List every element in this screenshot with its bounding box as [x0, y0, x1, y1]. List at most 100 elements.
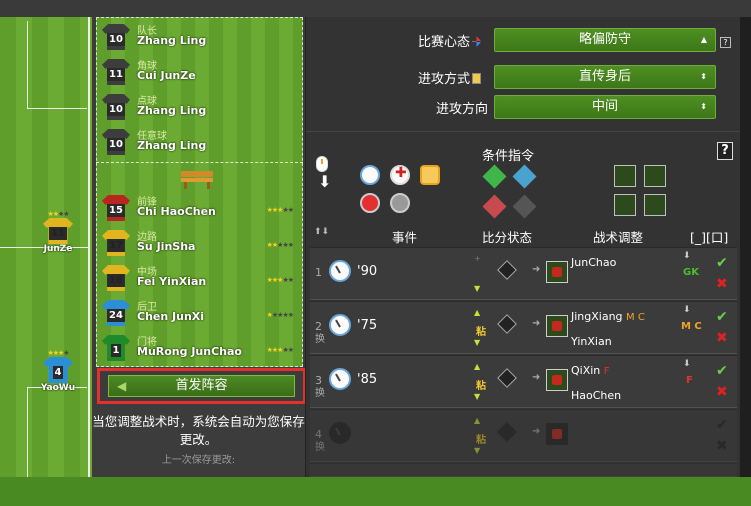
role-player: Zhang Ling [137, 104, 207, 117]
header-layout-toggle[interactable]: [_][口] [690, 227, 728, 246]
attack-style-row: 进攻方式 直传身后 ⬍ [306, 62, 741, 90]
event-minute: '75 [357, 318, 378, 333]
event-minute: '90 [357, 264, 378, 279]
yellow-card-icon[interactable] [420, 165, 440, 185]
collapse-icon[interactable]: ▲ [474, 362, 480, 371]
score-state-icon[interactable] [497, 422, 517, 442]
player-name: JunZe [43, 244, 73, 254]
player-in: JunChao [571, 256, 617, 269]
position-change-icon[interactable] [614, 194, 636, 216]
sort-icon[interactable]: ⬆⬇ [314, 227, 329, 237]
confirm-icon[interactable]: ✔ [716, 363, 728, 379]
role-corner[interactable]: 11 角球 Cui JunZe [102, 55, 297, 89]
arrow-icon: ➜ [532, 264, 541, 275]
any-condition-icon[interactable] [512, 194, 537, 219]
expand-icon[interactable]: ▼ [474, 446, 480, 455]
right-edge [740, 17, 751, 477]
player-name: Chen JunXi [137, 310, 205, 323]
position-tag: M C [681, 321, 702, 332]
collapse-icon[interactable]: ▲ [474, 416, 480, 425]
player-stars: ★★★★★ [266, 241, 294, 249]
event-row-empty[interactable]: 4 换 ▲ 粘 ▼ ➜ ✔ ✖ [310, 409, 737, 462]
event-row[interactable]: 2 换 '75 ▲ 粘 ▼ ➜ JingXiang M C YinXian ⬇ … [310, 301, 737, 354]
score-state-icon[interactable] [497, 368, 517, 388]
clock-icon [329, 260, 351, 282]
expand-icon[interactable]: ▼ [474, 284, 480, 293]
expand-icon[interactable]: ▼ [474, 338, 480, 347]
jersey: 10 [102, 129, 130, 155]
jersey: 1 [102, 335, 130, 361]
draw-condition-icon[interactable] [512, 164, 537, 189]
top-strip [0, 0, 751, 17]
mentality-select[interactable]: 略偏防守 ▲ [494, 28, 716, 52]
delete-icon[interactable]: ✖ [716, 384, 728, 400]
player-name: YaoWu [40, 383, 76, 393]
substitution-icon [546, 315, 568, 337]
help-icon[interactable]: ? [720, 37, 731, 48]
jersey: 4 [43, 357, 73, 383]
role-captain[interactable]: 10 队长 Zhang Ling [102, 20, 297, 54]
lose-condition-icon[interactable] [482, 194, 507, 219]
bench-player[interactable]: 15 前锋 Chi HaoChen ★★★★★ [102, 191, 297, 225]
mouse-icon [316, 156, 328, 172]
red-card-icon[interactable] [360, 193, 380, 213]
jersey: 16 [102, 265, 130, 291]
bench-player[interactable]: 17 边路 Su JinSha ★★★★★ [102, 226, 297, 260]
delete-icon[interactable]: ✖ [716, 330, 728, 346]
confirm-icon[interactable]: ✔ [716, 417, 728, 433]
lineup-button[interactable]: ◀ 首发阵容 [108, 375, 295, 397]
help-icon[interactable]: ? [717, 142, 733, 160]
header-event: 事件 [392, 230, 418, 245]
attack-style-select[interactable]: 直传身后 ⬍ [494, 65, 716, 89]
expand-icon[interactable]: ▼ [474, 392, 480, 401]
role-penalty[interactable]: 10 点球 Zhang Ling [102, 90, 297, 124]
player-stars: ★★★★ [47, 210, 69, 218]
down-arrow-icon: ⬇ [683, 251, 691, 261]
score-state-icon[interactable] [497, 314, 517, 334]
jersey: 10 [102, 24, 130, 50]
delete-icon[interactable]: ✖ [716, 438, 728, 454]
events-table-header: ⬆⬇ 事件 比分状态 战术调整 [_][口] [306, 227, 741, 247]
bench-player[interactable]: 1 门将 MuRong JunChao ★★★★★ [102, 331, 297, 365]
mentality-change-icon[interactable] [644, 165, 666, 187]
score-state-icon[interactable] [497, 260, 517, 280]
confirm-icon[interactable]: ✔ [716, 309, 728, 325]
sticky-label: 粘 [476, 327, 486, 338]
swap-label: 换 [315, 442, 325, 453]
mentality-row: 比赛心态 略偏防守 ▲ ? [306, 25, 741, 53]
player-name: Su JinSha [137, 240, 196, 253]
pitch-player[interactable]: ★★★★ 11 JunZe [38, 210, 78, 254]
autosave-notice: 当您调整战术时，系统会自动为您保存更改。 [92, 414, 305, 447]
attack-direction-label: 进攻方向 [435, 102, 488, 117]
pitch: ★★★★ 11 JunZe ★★★★ 4 YaoWu [0, 17, 92, 477]
bench-player[interactable]: 24 后卫 Chen JunXi ★★★★★ [102, 296, 297, 330]
bench-player[interactable]: 16 中场 Fei YinXian ★★★★★ [102, 261, 297, 295]
ball-icon[interactable] [390, 193, 410, 213]
substitution-icon [546, 423, 568, 445]
substitution-icon[interactable] [614, 165, 636, 187]
medical-cross-icon[interactable]: ✚ [390, 165, 410, 185]
player-stars: ★★★★★ [266, 346, 294, 354]
attack-direction-row: 进攻方向 中间 ⬍ [306, 92, 741, 120]
row-index: 1 [315, 266, 322, 279]
role-freekick[interactable]: 10 任意球 Zhang Ling [102, 125, 297, 159]
last-save-text: 上一次保存更改: [161, 455, 236, 466]
conditions-title: 条件指令 [482, 149, 535, 164]
jersey: 10 [102, 94, 130, 120]
tactics-panel: 比赛心态 略偏防守 ▲ ? 进攻方式 直传身后 ⬍ 进攻方向 中间 ⬍ ⬇ 条件指令 … [305, 17, 741, 477]
swap-players-icon[interactable] [644, 194, 666, 216]
clock-icon [329, 422, 351, 444]
collapse-icon[interactable]: ▲ [474, 308, 480, 317]
event-minute: '85 [357, 372, 378, 387]
event-row[interactable]: 1 '90 + ▼ ➜ JunChao ⬇ GK ✔ ✖ [310, 247, 737, 300]
clock-icon[interactable] [360, 165, 380, 185]
delete-icon[interactable]: ✖ [716, 276, 728, 292]
confirm-icon[interactable]: ✔ [716, 255, 728, 271]
attack-direction-select[interactable]: 中间 ⬍ [494, 95, 716, 119]
pitch-player[interactable]: ★★★★ 4 YaoWu [38, 349, 78, 393]
jersey: 15 [102, 195, 130, 221]
player-stars: ★★★★ [47, 349, 69, 357]
arrow-icon: ➜ [532, 426, 541, 437]
event-row[interactable]: 3 换 '85 ▲ 粘 ▼ ➜ QiXin F HaoChen ⬇ F ✔ ✖ [310, 355, 737, 408]
win-condition-icon[interactable] [482, 164, 507, 189]
